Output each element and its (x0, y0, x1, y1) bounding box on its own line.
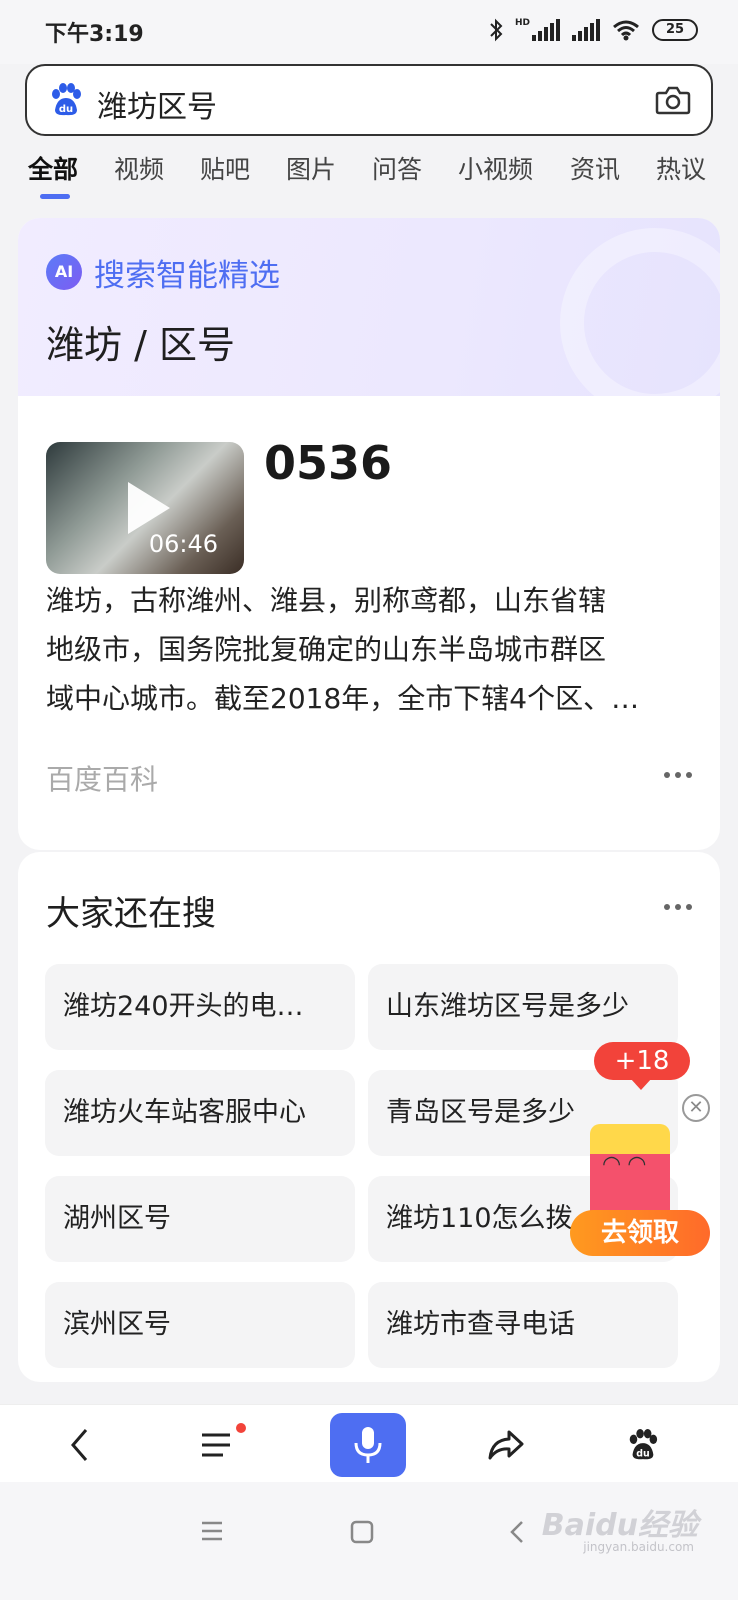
status-time: 下午3:19 (45, 22, 144, 47)
status-icons: HD 25 (489, 18, 698, 42)
related-chip[interactable]: 山东潍坊区号是多少 (368, 964, 678, 1050)
tab-qa[interactable]: 问答 (372, 150, 422, 186)
active-tab-indicator (40, 194, 70, 199)
video-thumbnail[interactable]: 06:46 (46, 442, 244, 574)
close-icon[interactable]: ✕ (682, 1094, 710, 1122)
description-line: 地级市，国务院批复确定的山东半岛城市群区 (46, 633, 607, 666)
red-envelope-promo[interactable]: +18 ✕ ◠◠ 去领取 (570, 1040, 720, 1260)
tab-short-video[interactable]: 小视频 (458, 150, 533, 186)
related-chip[interactable]: 潍坊火车站客服中心 (45, 1070, 355, 1156)
share-icon (488, 1430, 524, 1460)
ai-card-header: AI 搜索智能精选 潍坊 / 区号 (18, 218, 720, 418)
description-line: 域中心城市。截至2018年，全市下辖4个区、… (46, 682, 640, 715)
bluetooth-icon (490, 18, 503, 42)
recent-apps-button[interactable] (200, 1520, 224, 1546)
ai-card-subtitle: 潍坊 / 区号 (46, 323, 235, 367)
back-button[interactable] (52, 1417, 108, 1473)
camera-icon[interactable] (655, 84, 691, 116)
cell-signal-2-icon (572, 19, 600, 41)
notification-dot (236, 1423, 246, 1433)
svg-text:du: du (636, 1448, 649, 1459)
share-button[interactable] (478, 1417, 534, 1473)
answer-description[interactable]: 潍坊，古称潍州、潍县，别称鸢都，山东省辖 地级市，国务院批复确定的山东半岛城市群… (46, 576, 696, 723)
related-chip[interactable]: 潍坊240开头的电… (45, 964, 355, 1050)
source-label[interactable]: 百度百科 (46, 758, 158, 798)
promo-badge-tail (630, 1078, 652, 1090)
menu-icon (202, 1433, 230, 1457)
search-box[interactable]: du 潍坊区号 (25, 64, 713, 136)
search-tabs: 全部 视频 贴吧 图片 问答 小视频 资讯 热议 (0, 140, 738, 206)
cell-signal-1-icon (532, 19, 560, 41)
wifi-icon (613, 20, 639, 41)
system-navigation-bar: Baidu经验 jingyan.baidu.com (0, 1482, 738, 1600)
tab-images[interactable]: 图片 (286, 150, 336, 186)
system-back-button[interactable] (508, 1520, 526, 1548)
related-title: 大家还在搜 (46, 894, 216, 934)
description-line: 潍坊，古称潍州、潍县，别称鸢都，山东省辖 (46, 584, 607, 617)
hd-badge: HD (514, 18, 530, 28)
tab-tieba[interactable]: 贴吧 (200, 150, 250, 186)
tab-news[interactable]: 资讯 (570, 150, 620, 186)
answer-area-code: 0536 (264, 436, 393, 490)
ai-card-title[interactable]: 搜索智能精选 (94, 250, 280, 295)
search-input[interactable]: 潍坊区号 (97, 82, 217, 126)
chevron-left-icon (71, 1429, 88, 1461)
microphone-icon (354, 1427, 382, 1463)
more-options-icon[interactable] (664, 772, 692, 778)
ai-icon: AI (46, 254, 82, 290)
ai-decoration (560, 228, 720, 418)
home-square-icon (350, 1520, 374, 1544)
related-chip[interactable]: 湖州区号 (45, 1176, 355, 1262)
watermark-url: jingyan.baidu.com (583, 1540, 694, 1554)
baidu-paw-icon: du (629, 1428, 658, 1459)
baidu-watermark: Baidu经验 (541, 1508, 698, 1543)
ai-answer-card: AI 搜索智能精选 潍坊 / 区号 06:46 0536 潍坊，古称潍州、潍县，… (18, 218, 720, 850)
play-icon (128, 482, 170, 534)
tab-all[interactable]: 全部 (28, 150, 78, 186)
battery-icon: 25 (652, 19, 698, 41)
voice-search-button[interactable] (330, 1413, 406, 1477)
promo-count-badge: +18 (594, 1042, 690, 1080)
home-button[interactable] (350, 1520, 374, 1548)
back-arrow-icon (510, 1521, 523, 1543)
svg-text:du: du (59, 104, 73, 115)
related-chip[interactable]: 潍坊市查寻电话 (368, 1282, 678, 1368)
baidu-home-button[interactable]: du (614, 1417, 670, 1473)
claim-button[interactable]: 去领取 (570, 1210, 710, 1256)
related-chip[interactable]: 滨州区号 (45, 1282, 355, 1368)
bottom-toolbar: du (0, 1404, 738, 1482)
status-bar: 下午3:19 HD 25 (0, 0, 738, 64)
baidu-paw-icon: du (52, 83, 81, 116)
related-more-icon[interactable] (664, 904, 692, 910)
smile-face-icon: ◠◠ (602, 1152, 653, 1177)
recent-apps-icon (202, 1521, 222, 1541)
tab-hot[interactable]: 热议 (656, 150, 706, 186)
video-duration: 06:46 (148, 530, 218, 558)
tab-video[interactable]: 视频 (114, 150, 164, 186)
